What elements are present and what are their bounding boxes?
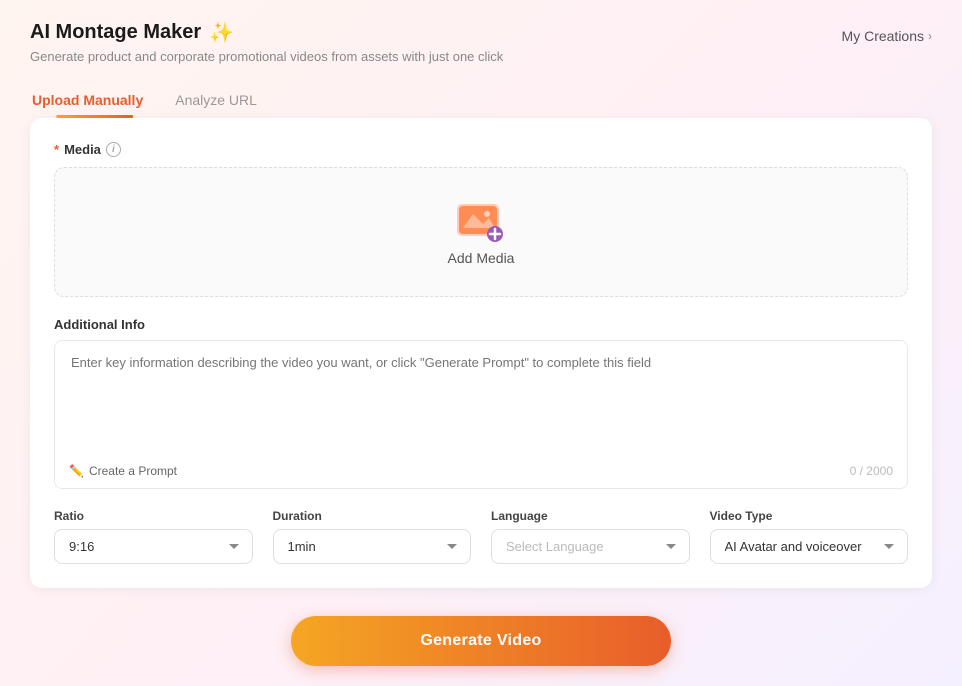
ratio-select[interactable]: 9:16 16:9 1:1 4:3 bbox=[54, 529, 253, 564]
chevron-right-icon: › bbox=[928, 29, 932, 43]
duration-dropdown-group: Duration 1min 2min 3min 5min bbox=[273, 509, 472, 564]
create-prompt-button[interactable]: ✏️ Create a Prompt bbox=[69, 464, 177, 478]
prompt-textarea[interactable] bbox=[55, 341, 907, 451]
media-info-icon[interactable]: i bbox=[106, 142, 121, 157]
wand-icon: ✨ bbox=[209, 20, 234, 45]
footer-btn-area: Generate Video bbox=[30, 616, 932, 666]
add-media-label: Add Media bbox=[448, 250, 515, 266]
add-media-icon bbox=[455, 198, 507, 242]
app-title: AI Montage Maker bbox=[30, 21, 201, 44]
my-creations-link[interactable]: My Creations › bbox=[842, 28, 932, 44]
prompt-textarea-wrapper: ✏️ Create a Prompt 0 / 2000 bbox=[54, 340, 908, 489]
video-type-label: Video Type bbox=[710, 509, 909, 523]
video-type-dropdown-group: Video Type AI Avatar and voiceover Voice… bbox=[710, 509, 909, 564]
my-creations-label: My Creations bbox=[842, 28, 924, 44]
additional-info-label: Additional Info bbox=[54, 317, 908, 332]
generate-video-button[interactable]: Generate Video bbox=[291, 616, 671, 666]
tabs: Upload Manually Analyze URL bbox=[30, 84, 932, 118]
media-label-text: Media bbox=[64, 142, 101, 157]
language-dropdown-group: Language Select Language English Spanish… bbox=[491, 509, 690, 564]
dropdowns-row: Ratio 9:16 16:9 1:1 4:3 Duration 1min 2m… bbox=[54, 509, 908, 564]
main-card: * Media i bbox=[30, 118, 932, 588]
tab-upload-manually[interactable]: Upload Manually bbox=[30, 84, 159, 118]
language-select[interactable]: Select Language English Spanish French G… bbox=[491, 529, 690, 564]
ratio-dropdown-group: Ratio 9:16 16:9 1:1 4:3 bbox=[54, 509, 253, 564]
duration-label: Duration bbox=[273, 509, 472, 523]
char-count: 0 / 2000 bbox=[850, 464, 893, 478]
language-label: Language bbox=[491, 509, 690, 523]
video-type-select[interactable]: AI Avatar and voiceover Voiceover only N… bbox=[710, 529, 909, 564]
app-subtitle: Generate product and corporate promotion… bbox=[30, 49, 503, 64]
tab-analyze-url[interactable]: Analyze URL bbox=[159, 84, 273, 118]
textarea-footer: ✏️ Create a Prompt 0 / 2000 bbox=[55, 456, 907, 488]
media-upload-area[interactable]: Add Media bbox=[54, 167, 908, 297]
duration-select[interactable]: 1min 2min 3min 5min bbox=[273, 529, 472, 564]
media-section-label: * Media i bbox=[54, 142, 908, 157]
create-prompt-label: Create a Prompt bbox=[89, 464, 177, 478]
pencil-icon: ✏️ bbox=[69, 464, 84, 478]
required-star: * bbox=[54, 142, 59, 157]
ratio-label: Ratio bbox=[54, 509, 253, 523]
